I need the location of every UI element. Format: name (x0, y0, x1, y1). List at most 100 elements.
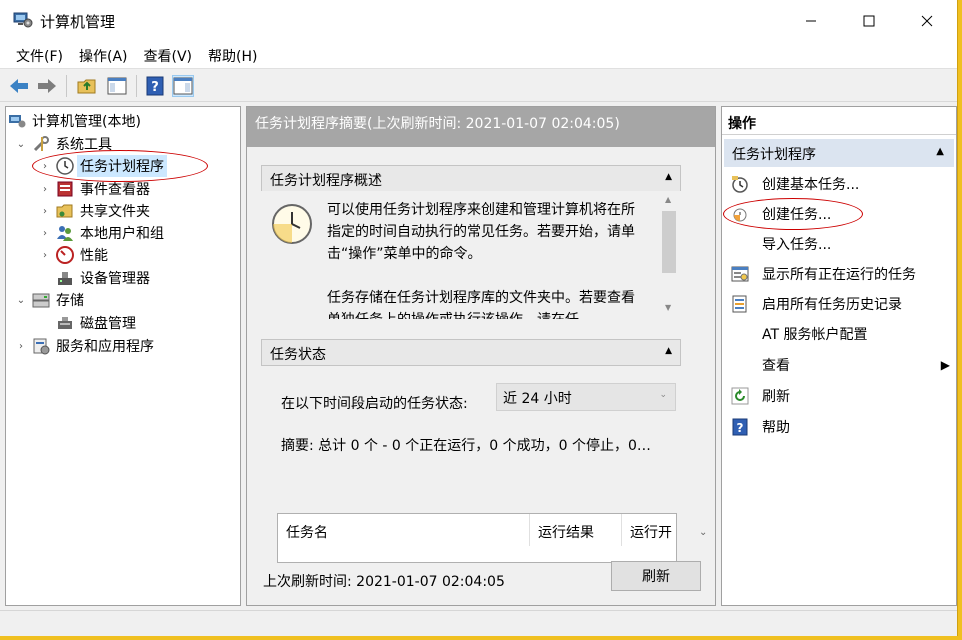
summary-body: 任务计划程序概述 ▲ 可以使用任务计划程序来创建和管理计算机将在所指定的时间自动… (247, 147, 715, 605)
show-hide-tree-button[interactable] (106, 75, 128, 97)
menu-bar: 文件(F) 操作(A) 查看(V) 帮助(H) (0, 42, 957, 68)
tree-item-storage[interactable]: ⌄ 存储 (14, 289, 84, 311)
scrollbar-thumb[interactable] (662, 211, 676, 273)
summary-header: 任务计划程序摘要(上次刷新时间: 2021-01-07 02:04:05) (247, 107, 715, 147)
tree-item-device-manager[interactable]: 设备管理器 (38, 267, 150, 289)
menu-view[interactable]: 查看(V) (136, 42, 201, 68)
computer-management-icon (8, 112, 26, 130)
action-label: 创建任务... (762, 207, 832, 223)
tree-item-label: 共享文件夹 (80, 204, 150, 220)
toolbar: ? (0, 68, 957, 102)
back-button[interactable] (8, 75, 30, 97)
help-toolbar-button[interactable]: ? (144, 75, 166, 97)
show-hide-tree-icon (107, 77, 127, 95)
collapse-caret-icon[interactable]: ▲ (665, 172, 672, 182)
help-icon: ? (730, 417, 750, 437)
actions-section-header[interactable]: 任务计划程序 ▲ (724, 139, 954, 167)
task-status-table: 任务名 运行结果 运行开 (277, 513, 677, 563)
refresh-button[interactable]: 刷新 (611, 561, 701, 591)
last-refresh-text: 上次刷新时间: 2021-01-07 02:04:05 (263, 574, 505, 590)
scroll-down-icon[interactable]: ⌄ (699, 527, 707, 538)
up-folder-icon (77, 79, 96, 94)
expand-arrow-icon[interactable]: › (38, 228, 52, 239)
close-button[interactable] (898, 0, 956, 42)
column-header-task-name[interactable]: 任务名 (278, 514, 530, 546)
action-label: 帮助 (762, 420, 790, 436)
expand-arrow-icon[interactable]: › (38, 206, 52, 217)
clock-icon (56, 157, 74, 175)
maximize-button[interactable] (840, 0, 898, 42)
overview-scrollbar[interactable]: ▲ ▼ (659, 191, 679, 319)
tree-item-disk-management[interactable]: 磁盘管理 (38, 312, 136, 334)
action-import-task[interactable]: 导入任务... (722, 231, 956, 257)
status-content: 在以下时间段启动的任务状态: 近 24 小时 ⌄ 摘要: 总计 0 个 - 0 … (261, 383, 681, 563)
overview-section-header[interactable]: 任务计划程序概述 ▲ (261, 165, 681, 192)
scroll-up-icon[interactable]: ▲ (665, 195, 671, 204)
menu-file[interactable]: 文件(F) (8, 42, 71, 68)
tree-item-task-scheduler[interactable]: › 任务计划程序 (38, 155, 167, 177)
event-viewer-icon (56, 180, 74, 198)
expand-arrow-icon[interactable]: › (38, 250, 52, 261)
action-create-task[interactable]: 创建任务... (722, 201, 956, 227)
tree-item-local-users[interactable]: › 本地用户和组 (38, 222, 164, 244)
tree-item-services-apps[interactable]: › 服务和应用程序 (14, 335, 154, 357)
tree-item-label: 事件查看器 (80, 182, 150, 198)
clock-large-icon (271, 203, 313, 249)
action-label: AT 服务帐户配置 (762, 327, 868, 343)
menu-help[interactable]: 帮助(H) (200, 42, 265, 68)
status-bar (0, 610, 957, 636)
tree-item-event-viewer[interactable]: › 事件查看器 (38, 178, 150, 200)
show-action-pane-icon (173, 77, 193, 95)
action-view[interactable]: 查看 ▶ (722, 352, 956, 378)
show-action-pane-button[interactable] (172, 75, 194, 97)
menu-action[interactable]: 操作(A) (71, 42, 136, 68)
action-at-service-account[interactable]: AT 服务帐户配置 (722, 321, 956, 347)
svg-text:?: ? (151, 80, 159, 95)
tree-item-label: 磁盘管理 (80, 316, 136, 332)
performance-icon (56, 246, 74, 264)
navigation-tree: 计算机管理(本地) ⌄ 系统工具 › 任务计划程序 › 事件查看器 › 共享文件… (5, 106, 241, 606)
create-basic-task-icon (730, 174, 750, 194)
expand-arrow-icon[interactable]: › (38, 161, 52, 172)
action-enable-task-history[interactable]: 启用所有任务历史记录 (722, 291, 956, 317)
period-value: 近 24 小时 (503, 391, 572, 407)
history-icon (730, 294, 750, 314)
tree-item-label: 设备管理器 (80, 271, 150, 287)
actions-section-label: 任务计划程序 (732, 147, 816, 163)
action-show-running-tasks[interactable]: 显示所有正在运行的任务 (722, 261, 956, 287)
collapse-caret-icon[interactable]: ▲ (936, 146, 944, 157)
collapse-caret-icon[interactable]: ▲ (665, 346, 672, 356)
expand-arrow-icon[interactable]: › (38, 184, 52, 195)
column-header-run-result[interactable]: 运行结果 (530, 514, 622, 546)
minimize-button[interactable] (782, 0, 840, 42)
action-label: 启用所有任务历史记录 (762, 297, 902, 313)
maximize-icon (863, 15, 875, 27)
collapse-arrow-icon[interactable]: ⌄ (14, 295, 28, 306)
column-header-run-start[interactable]: 运行开 (622, 514, 678, 546)
forward-button[interactable] (36, 75, 58, 97)
overview-paragraph: 可以使用任务计划程序来创建和管理计算机将在所指定的时间自动执行的常见任务。若要开… (327, 202, 635, 262)
tree-item-label: 存储 (56, 293, 84, 309)
toolbar-separator (66, 75, 67, 97)
back-arrow-icon (10, 79, 28, 93)
summary-pane: 任务计划程序摘要(上次刷新时间: 2021-01-07 02:04:05) 任务… (246, 106, 716, 606)
action-refresh[interactable]: 刷新 (722, 383, 956, 409)
tree-item-performance[interactable]: › 性能 (38, 244, 108, 266)
action-help[interactable]: ? 帮助 (722, 414, 956, 440)
actions-pane: 操作 任务计划程序 ▲ 创建基本任务... 创建任务... 导入任务... 显示… (721, 106, 957, 606)
overview-content: 可以使用任务计划程序来创建和管理计算机将在所指定的时间自动执行的常见任务。若要开… (261, 191, 681, 319)
expand-arrow-icon[interactable]: › (14, 341, 28, 352)
collapse-arrow-icon[interactable]: ⌄ (14, 139, 28, 150)
tree-item-shared-folders[interactable]: › 共享文件夹 (38, 200, 150, 222)
tree-root[interactable]: 计算机管理(本地) (8, 110, 141, 132)
forward-arrow-icon (38, 79, 56, 93)
tree-item-system-tools[interactable]: ⌄ 系统工具 (14, 133, 112, 155)
period-dropdown[interactable]: 近 24 小时 ⌄ (496, 383, 676, 411)
up-level-button[interactable] (76, 75, 98, 97)
summary-scrollbar[interactable]: ⌄ (695, 147, 713, 551)
tree-item-label: 服务和应用程序 (56, 339, 154, 355)
scroll-down-icon[interactable]: ▼ (665, 303, 671, 312)
action-create-basic-task[interactable]: 创建基本任务... (722, 171, 956, 197)
status-section-header[interactable]: 任务状态 ▲ (261, 339, 681, 366)
overview-text: 可以使用任务计划程序来创建和管理计算机将在所指定的时间自动执行的常见任务。若要开… (327, 199, 637, 319)
